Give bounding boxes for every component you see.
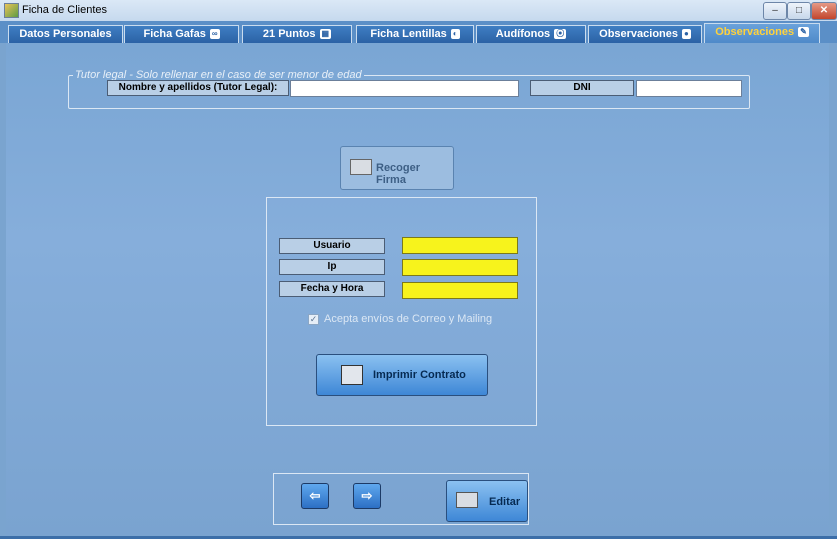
tab-label: 21 Puntos — [262, 28, 316, 40]
mailing-checkbox[interactable]: ✓ Acepta envíos de Correo y Mailing — [308, 313, 492, 325]
glasses-icon: ∞ — [209, 29, 220, 40]
tutor-name-label: Nombre y apellidos (Tutor Legal): — [107, 80, 289, 96]
ip-label: Ip — [279, 259, 385, 275]
usuario-label: Usuario — [279, 238, 385, 254]
arrow-right-icon: ⇨ — [361, 488, 373, 503]
content-panel: Tutor legal - Solo rellenar en el caso d… — [6, 43, 829, 535]
tab-label: Observaciones — [599, 28, 679, 40]
tab-ficha-gafas[interactable]: Ficha Gafas ∞ — [124, 25, 239, 43]
editar-button[interactable]: Editar — [446, 480, 528, 522]
tab-ficha-lentillas[interactable]: Ficha Lentillas ◐ — [356, 25, 474, 43]
tab-21-puntos[interactable]: 21 Puntos ▦ — [242, 25, 352, 43]
next-record-button[interactable]: ⇨ — [353, 483, 381, 509]
grid-icon: ▦ — [319, 29, 332, 40]
dni-label: DNI — [530, 80, 634, 96]
tutor-name-input[interactable] — [290, 80, 519, 97]
tab-label: Datos Personales — [19, 28, 112, 40]
tab-observaciones-active[interactable]: Observaciones ✎ — [704, 23, 820, 44]
tab-label: Observaciones — [715, 26, 795, 38]
mailing-checkbox-label: Acepta envíos de Correo y Mailing — [324, 313, 493, 325]
checkbox-checked-icon[interactable]: ✓ — [308, 313, 319, 325]
lens-icon: ◐ — [450, 29, 460, 40]
window-title: Ficha de Clientes — [22, 4, 107, 16]
title-bar: Ficha de Clientes – □ ✕ — [0, 0, 837, 22]
previous-record-button[interactable]: ⇦ — [301, 483, 329, 509]
tab-datos-personales[interactable]: Datos Personales — [8, 25, 123, 43]
printer-icon — [341, 365, 363, 385]
dni-input[interactable] — [636, 80, 742, 97]
tab-observaciones[interactable]: Observaciones ● — [588, 25, 702, 43]
imprimir-contrato-button[interactable]: Imprimir Contrato — [316, 354, 488, 396]
minimize-button[interactable]: – — [763, 2, 787, 20]
recoger-firma-button[interactable]: Recoger Firma — [340, 146, 454, 190]
tab-label: Audífonos — [495, 28, 551, 40]
hearing-aid-icon: ⦿ — [554, 29, 567, 40]
dot-icon: ● — [682, 29, 691, 40]
keyboard-icon — [350, 159, 372, 175]
tab-label: Ficha Gafas — [143, 28, 206, 40]
keyboard-icon — [456, 492, 478, 508]
edit-note-icon: ✎ — [798, 27, 809, 38]
fecha-hora-field[interactable] — [402, 282, 518, 299]
maximize-button[interactable]: □ — [787, 2, 811, 20]
imprimir-contrato-label: Imprimir Contrato — [373, 369, 466, 381]
editar-label: Editar — [489, 496, 521, 508]
usuario-field[interactable] — [402, 237, 518, 254]
arrow-left-icon: ⇦ — [309, 488, 321, 503]
tab-label: Ficha Lentillas — [370, 28, 447, 40]
tab-bar: Datos Personales Ficha Gafas ∞ 21 Puntos ▦… — [0, 21, 837, 44]
recoger-firma-label: Recoger Firma — [376, 162, 421, 186]
app-icon — [4, 3, 19, 18]
fecha-hora-label: Fecha y Hora — [279, 281, 385, 297]
ip-field[interactable] — [402, 259, 518, 276]
close-button[interactable]: ✕ — [811, 2, 837, 20]
tab-audifonos[interactable]: Audífonos ⦿ — [476, 25, 586, 43]
